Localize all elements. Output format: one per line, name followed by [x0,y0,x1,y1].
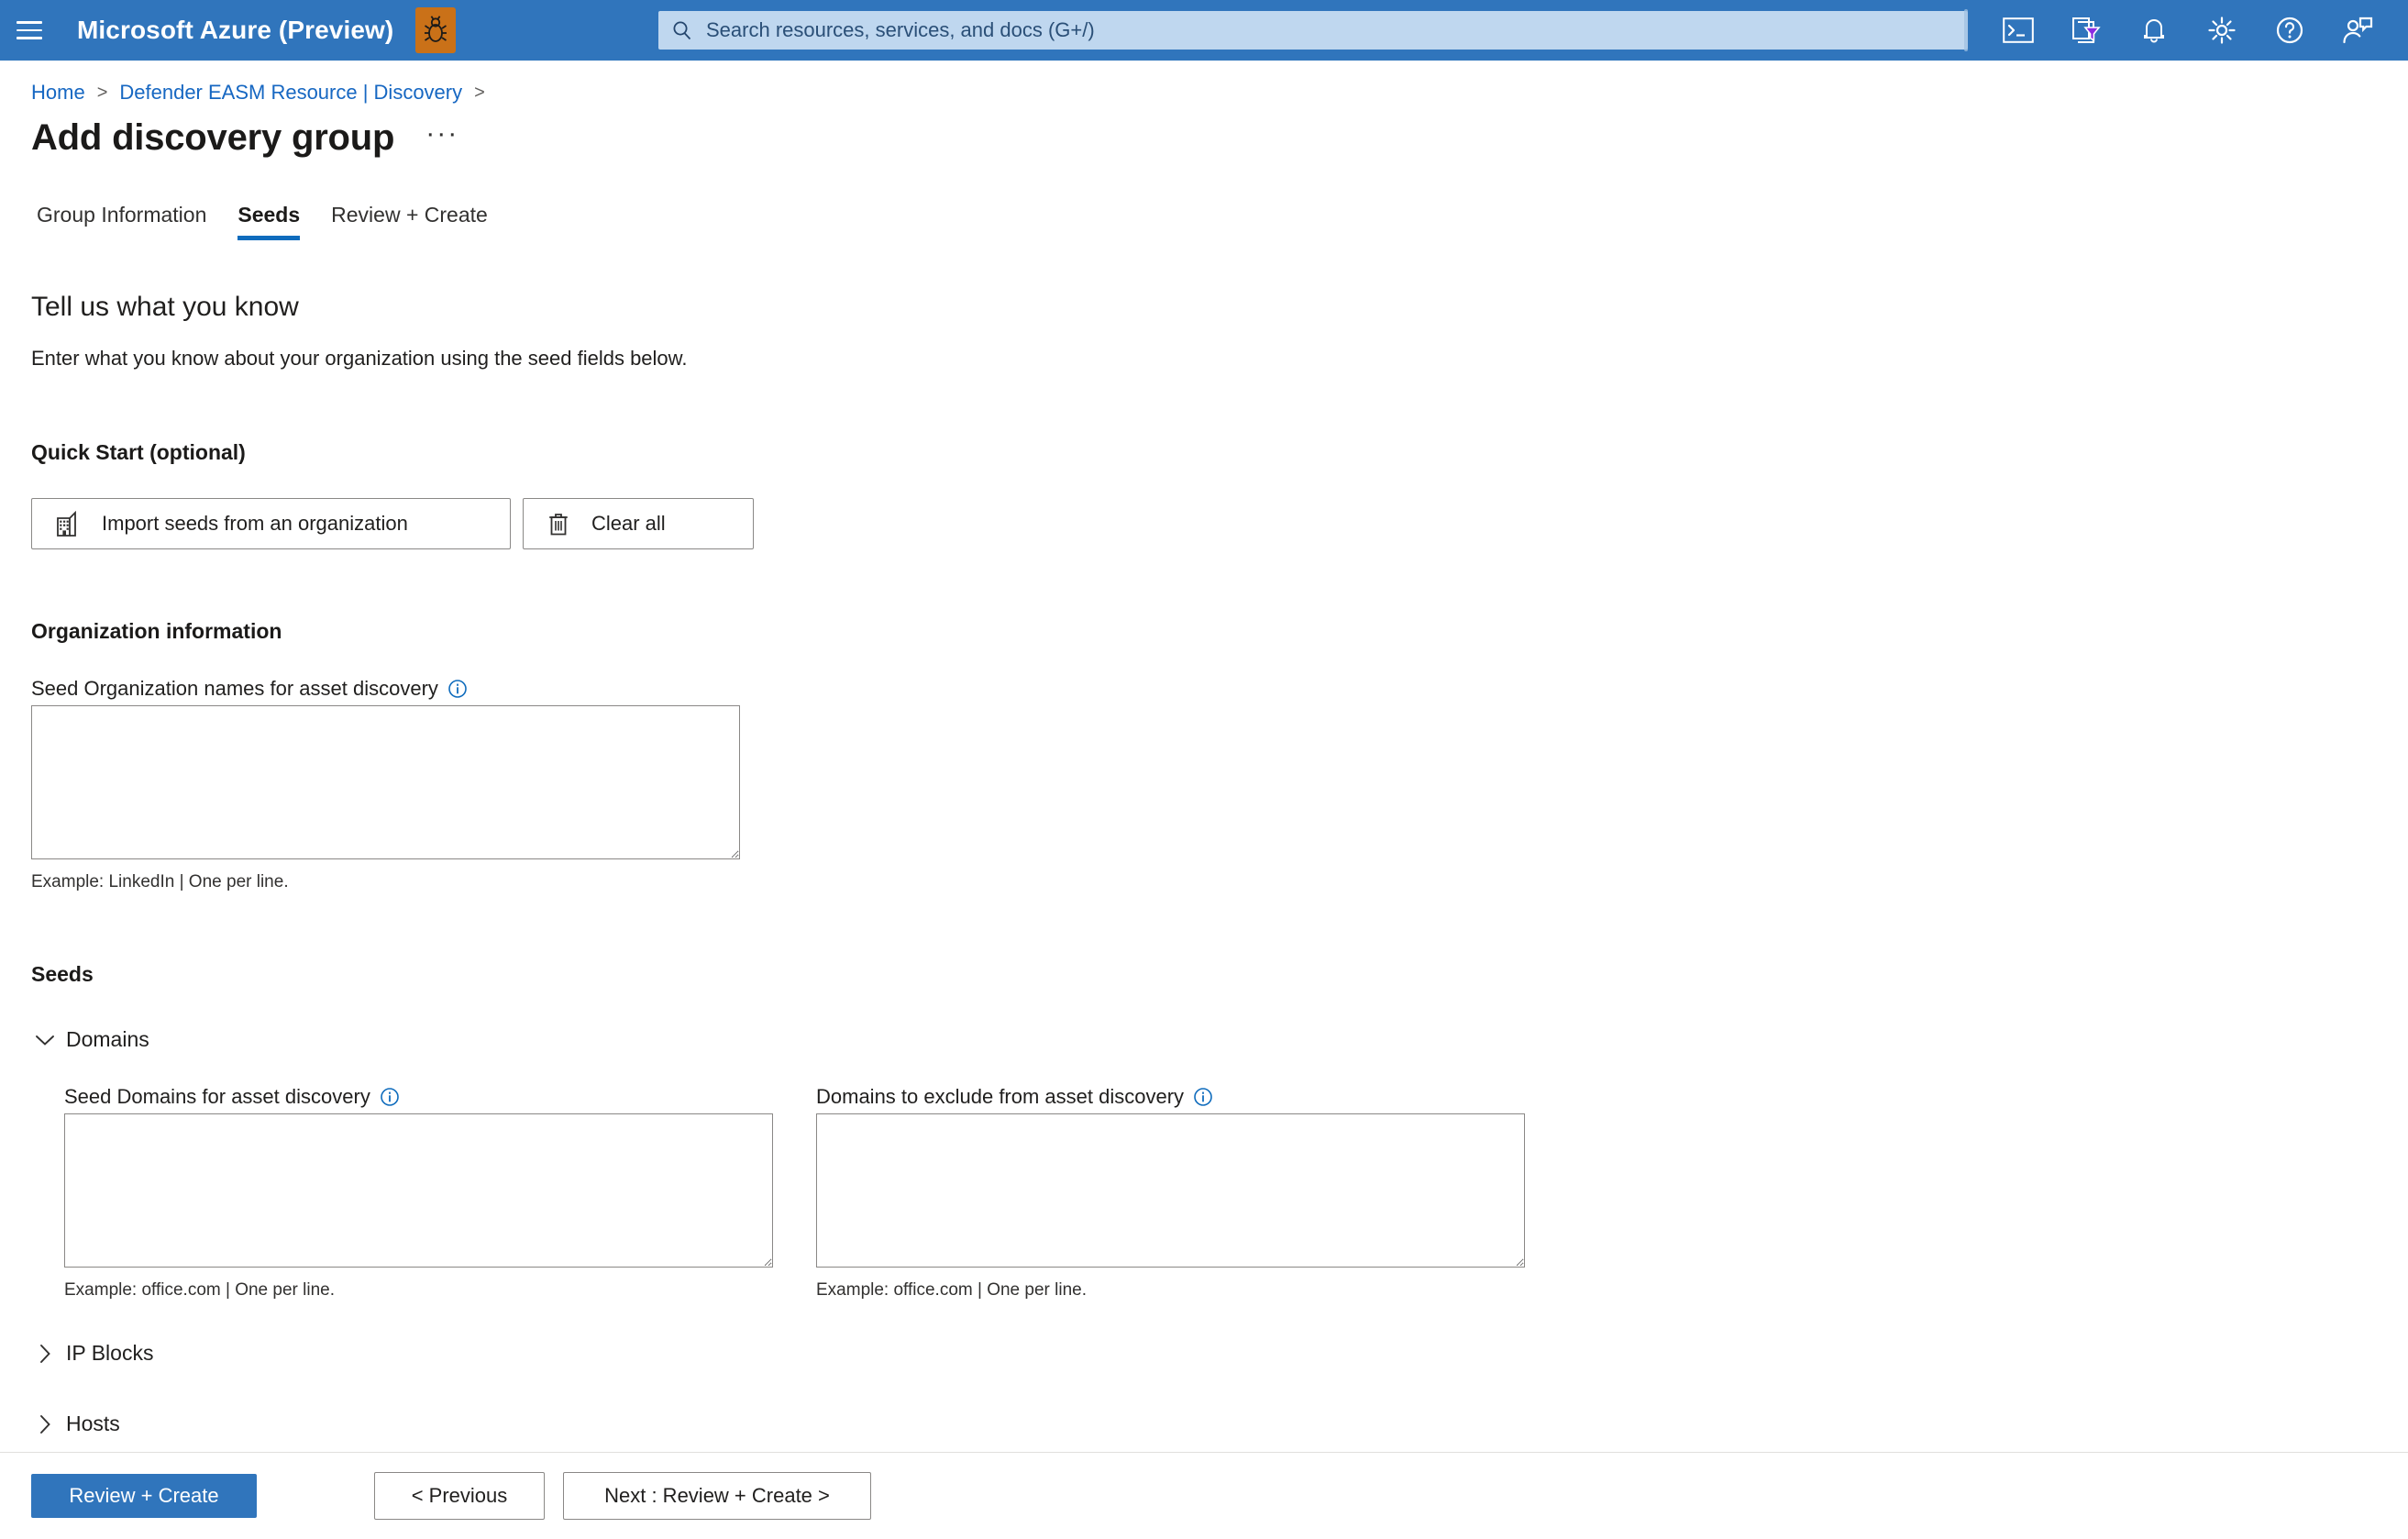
domains-fields: Seed Domains for asset discovery Example… [64,1052,2408,1301]
import-seeds-label: Import seeds from an organization [102,512,408,535]
seed-domains-input[interactable] [64,1113,773,1268]
help-question-icon[interactable] [2256,0,2324,61]
exclude-domains-column: Domains to exclude from asset discovery … [816,1052,1568,1301]
clear-all-button[interactable]: Clear all [523,498,754,549]
organization-information-heading: Organization information [31,619,282,643]
exclude-domains-input[interactable] [816,1113,1525,1268]
info-icon[interactable] [447,679,468,699]
chevron-down-icon [31,1034,59,1046]
section-subtitle: Enter what you know about your organizat… [31,347,688,370]
seed-domains-hint: Example: office.com | One per line. [64,1280,336,1300]
azure-top-navigation-bar: Microsoft Azure (Preview) [0,0,2408,61]
notifications-bell-icon[interactable] [2120,0,2188,61]
global-search-box[interactable] [658,11,1968,50]
top-bar-icon-group [1964,0,2391,61]
chevron-right-icon [31,1344,59,1364]
next-review-create-button[interactable]: Next : Review + Create > [563,1472,871,1520]
seeds-form: Tell us what you know Enter what you kno… [0,292,2408,1436]
breadcrumb-item-defender-easm-discovery[interactable]: Defender EASM Resource | Discovery [119,81,462,105]
breadcrumb-item-home[interactable]: Home [31,81,85,105]
seeds-heading: Seeds [31,962,94,986]
page-title: Add discovery group [31,117,395,158]
previous-button[interactable]: < Previous [374,1472,545,1520]
trash-icon [547,511,569,537]
exclude-domains-hint: Example: office.com | One per line. [816,1280,1088,1300]
divider [1964,9,1968,51]
seed-organization-names-hint: Example: LinkedIn | One per line. [31,872,289,891]
section-heading: Tell us what you know [31,292,299,322]
more-options-button[interactable]: ··· [418,119,466,155]
tab-group-information[interactable]: Group Information [31,203,222,240]
directories-subscriptions-icon[interactable] [2052,0,2120,61]
quick-start-heading: Quick Start (optional) [31,440,246,464]
tab-seeds[interactable]: Seeds [222,203,315,240]
organization-building-icon [56,511,80,537]
accordion-domains[interactable]: Domains [31,1027,2408,1052]
quick-start-actions: Import seeds from an organization Clear … [31,498,2408,549]
seed-domains-label: Seed Domains for asset discovery [64,1085,370,1108]
info-icon[interactable] [380,1087,400,1107]
settings-gear-icon[interactable] [2188,0,2256,61]
import-seeds-button[interactable]: Import seeds from an organization [31,498,511,549]
seed-organization-names-label-row: Seed Organization names for asset discov… [31,677,2408,701]
menu-icon[interactable] [0,0,59,61]
breadcrumb: Home > Defender EASM Resource | Discover… [0,61,2408,105]
hamburger-bars [17,16,42,45]
seed-organization-names-input[interactable] [31,705,740,859]
wizard-footer: Review + Create < Previous Next : Review… [0,1452,2408,1539]
wizard-tab-list: Group Information Seeds Review + Create [0,159,2408,240]
info-icon[interactable] [1193,1087,1213,1107]
search-icon [673,21,691,40]
exclude-domains-label-row: Domains to exclude from asset discovery [816,1085,1568,1109]
azure-brand-title[interactable]: Microsoft Azure (Preview) [77,16,393,45]
bug-icon[interactable] [415,7,457,53]
blade-content: Home > Defender EASM Resource | Discover… [0,61,2408,1539]
tab-review-create[interactable]: Review + Create [315,203,503,240]
accordion-ip-blocks-label: IP Blocks [66,1341,154,1365]
seed-organization-names-label: Seed Organization names for asset discov… [31,677,438,700]
search-input[interactable] [704,17,1955,43]
seed-domains-column: Seed Domains for asset discovery Example… [64,1052,816,1301]
breadcrumb-chevron-icon: > [474,82,485,103]
cloud-shell-icon[interactable] [1984,0,2052,61]
chevron-right-icon [31,1414,59,1434]
accordion-hosts-label: Hosts [66,1412,120,1435]
seed-domains-label-row: Seed Domains for asset discovery [64,1085,816,1109]
exclude-domains-label: Domains to exclude from asset discovery [816,1085,1185,1108]
clear-all-label: Clear all [591,512,666,535]
feedback-person-icon[interactable] [2324,0,2391,61]
review-create-button[interactable]: Review + Create [31,1474,257,1518]
accordion-hosts[interactable]: Hosts [31,1412,2408,1436]
breadcrumb-chevron-icon: > [96,82,108,103]
page-title-row: Add discovery group ··· [0,105,2408,159]
accordion-ip-blocks[interactable]: IP Blocks [31,1341,2408,1366]
accordion-domains-label: Domains [66,1027,149,1051]
